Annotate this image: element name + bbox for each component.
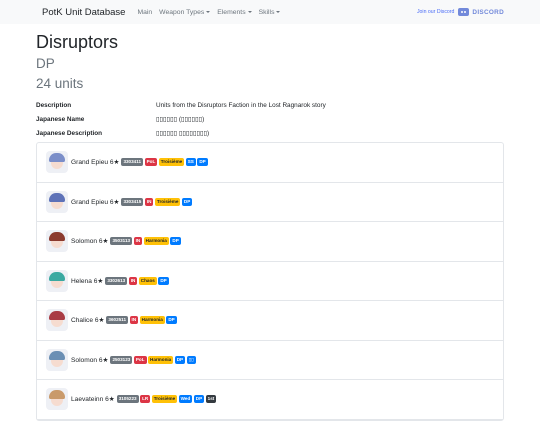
unit-badge-id[interactable]: 3303411 xyxy=(121,158,144,167)
avatar-hair xyxy=(49,350,65,360)
unit-avatar[interactable] xyxy=(46,151,68,174)
unit-avatar[interactable] xyxy=(46,269,68,292)
unit-badge-in[interactable]: IN xyxy=(133,237,143,246)
info-key: Japanese Description xyxy=(36,129,103,137)
nav-main-label: Main xyxy=(137,8,153,16)
brand-link[interactable]: PotK Unit Database xyxy=(42,7,125,18)
unit-row[interactable]: Laevateinn 6★ 3105223 LR Troisième Wed DP 1st xyxy=(37,380,503,420)
discord-button[interactable]: DISCORD xyxy=(458,8,504,16)
unit-badge-harm[interactable]: Harmonia xyxy=(139,316,165,325)
unit-name[interactable]: Chalice 6★ xyxy=(71,316,104,324)
chevron-down-icon xyxy=(206,11,211,13)
unit-badge-blue[interactable]: DP xyxy=(193,395,205,404)
unit-badge-lr[interactable]: LR xyxy=(140,395,151,404)
unit-row[interactable]: Chalice 6★ 3602511 IN Harmonia DP xyxy=(37,301,503,341)
unit-name[interactable]: Helena 6★ xyxy=(71,277,103,285)
unit-avatar[interactable] xyxy=(46,190,68,213)
page-subtitle: DP xyxy=(36,56,55,71)
unit-badge-id[interactable]: 2503123 xyxy=(110,355,133,364)
unit-badge-pol[interactable]: PoL xyxy=(144,158,158,167)
info-value: ▯▯▯▯▯▯ ▯▯▯▯▯▯▯▯) xyxy=(156,130,210,137)
unit-badge-blue[interactable]: DP xyxy=(181,197,193,206)
avatar-hair xyxy=(49,192,65,202)
unit-avatar[interactable] xyxy=(46,348,68,371)
navbar: PotK Unit Database Main Weapon Types Ele… xyxy=(0,0,540,24)
unit-row[interactable]: Grand Epieu 6★ 3303411 PoL Troisième SS DP xyxy=(37,143,503,183)
discord-icon xyxy=(458,8,470,16)
chevron-down-icon xyxy=(276,11,281,13)
info-value: ▯▯▯▯▯▯ (▯▯▯▯▯▯) xyxy=(156,116,205,123)
unit-name[interactable]: Solomon 6★ xyxy=(71,356,108,364)
discord-join-link[interactable]: Join our Discord xyxy=(417,9,454,15)
unit-badge-in[interactable]: IN xyxy=(129,316,139,325)
unit-badge-trai[interactable]: Troisième xyxy=(158,158,185,167)
unit-badge-blue[interactable]: DP xyxy=(174,355,186,364)
unit-avatar[interactable] xyxy=(46,388,68,411)
info-key: Description xyxy=(36,101,72,109)
page-title: Disruptors xyxy=(36,32,119,52)
nav-weapon-types[interactable]: Weapon Types xyxy=(159,8,211,16)
unit-name[interactable]: Grand Epieu 6★ xyxy=(71,158,119,166)
unit-badge-blue[interactable]: SS xyxy=(185,158,196,167)
info-table: Description Units from the Disruptors Fa… xyxy=(36,98,504,140)
nav-weapon-types-label: Weapon Types xyxy=(159,8,205,16)
unit-badge-in[interactable]: IN xyxy=(128,276,138,285)
unit-badge-blue[interactable]: DP xyxy=(170,237,181,246)
avatar-hair xyxy=(49,232,65,242)
unit-row[interactable]: Helena 6★ 3302613 IN Chaos DP xyxy=(37,262,503,301)
unit-badge-id[interactable]: 3302613 xyxy=(105,276,128,285)
avatar-hair xyxy=(49,153,65,163)
unit-avatar[interactable] xyxy=(46,230,68,253)
info-row-description: Description Units from the Disruptors Fa… xyxy=(36,98,504,112)
unit-name[interactable]: Laevateinn 6★ xyxy=(71,395,115,403)
info-key: Japanese Name xyxy=(36,115,85,123)
unit-badge-blue[interactable]: DP xyxy=(158,276,169,285)
unit-avatar[interactable] xyxy=(46,309,68,332)
info-row-japanese-name: Japanese Name ▯▯▯▯▯▯ (▯▯▯▯▯▯) xyxy=(36,112,504,126)
unit-badge-id[interactable]: 3503113 xyxy=(110,237,133,246)
unit-badge-dark[interactable]: 1st xyxy=(205,395,217,404)
unit-badge-id[interactable]: 3303415 xyxy=(121,197,144,206)
avatar-hair xyxy=(49,311,65,321)
nav-skills-label: Skills xyxy=(258,8,275,16)
unit-badge-harm[interactable]: Harmonia xyxy=(143,237,169,246)
unit-badge-id[interactable]: 3105223 xyxy=(116,395,139,404)
unit-badge-trai[interactable]: Troisième xyxy=(151,395,178,404)
avatar-hair xyxy=(49,390,65,400)
unit-row[interactable]: Grand Epieu 6★ 3303415 IN Troisième DP xyxy=(37,183,503,222)
unit-badge-blue[interactable]: DP xyxy=(166,316,177,325)
unit-row[interactable]: Solomon 6★ 2503123 PoL Harmonia DP ▯▯ xyxy=(37,341,503,380)
unit-badge-chao[interactable]: Chaos xyxy=(138,276,157,285)
unit-badge-in[interactable]: IN xyxy=(144,197,154,206)
main-container: Disruptors DP 24 units Description Units… xyxy=(36,24,504,421)
avatar-hair xyxy=(49,271,65,281)
unit-badge-blue[interactable]: Wed xyxy=(178,395,193,404)
info-row-japanese-description: Japanese Description ▯▯▯▯▯▯ ▯▯▯▯▯▯▯▯) xyxy=(36,126,504,140)
info-value: Units from the Disruptors Faction in the… xyxy=(156,101,326,109)
nav-main[interactable]: Main xyxy=(137,9,152,16)
unit-badge-blue[interactable]: ▯▯ xyxy=(186,355,196,364)
nav-elements-label: Elements xyxy=(217,8,246,16)
nav-elements[interactable]: Elements xyxy=(217,8,252,16)
discord-wordmark: DISCORD xyxy=(472,8,504,16)
unit-badge-trai[interactable]: Troisième xyxy=(154,197,181,206)
unit-badge-harm[interactable]: Harmonia xyxy=(148,355,174,364)
unit-row[interactable]: Solomon 6★ 3503113 IN Harmonia DP xyxy=(37,222,503,262)
unit-badge-blue[interactable]: DP xyxy=(197,158,208,167)
unit-badge-id[interactable]: 3602511 xyxy=(106,316,129,325)
unit-name[interactable]: Solomon 6★ xyxy=(71,237,108,245)
unit-list: Grand Epieu 6★ 3303411 PoL Troisième SS DP Gra… xyxy=(36,142,504,421)
unit-name[interactable]: Grand Epieu 6★ xyxy=(71,198,119,206)
unit-badge-pol[interactable]: PoL xyxy=(133,355,147,364)
unit-count: 24 units xyxy=(36,76,84,91)
nav-skills[interactable]: Skills xyxy=(259,9,281,16)
chevron-down-icon xyxy=(247,11,252,13)
